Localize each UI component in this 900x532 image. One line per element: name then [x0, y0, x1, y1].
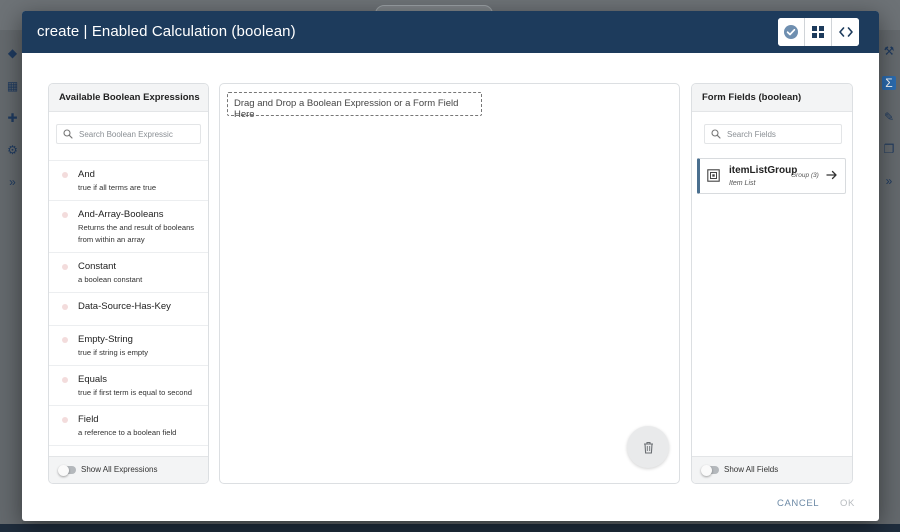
view-mode-toggle-group: [778, 18, 859, 46]
expression-description: true if string is empty: [78, 348, 149, 357]
puzzle-icon: ✚: [7, 111, 18, 125]
field-search-input[interactable]: [727, 128, 837, 141]
expression-name: Empty-String: [78, 334, 133, 345]
expression-canvas[interactable]: Drag and Drop a Boolean Expression or a …: [219, 83, 680, 484]
grid-icon: [812, 26, 824, 38]
trash-icon: [643, 441, 653, 454]
sigma-icon: Σ: [882, 76, 896, 90]
drag-handle-icon: [62, 377, 68, 383]
expression-name: Data-Source-Has-Key: [78, 301, 171, 312]
right-panel-footer: Show All Fields: [692, 456, 852, 483]
drag-handle-icon: [62, 417, 68, 423]
toggle-label: Show All Fields: [724, 465, 779, 474]
expand-icon: »: [9, 175, 16, 189]
field-item-itemlistgroup[interactable]: itemListGroup Item List Group (3): [697, 158, 846, 194]
expression-description: true if all terms are true: [78, 183, 157, 192]
form-fields-panel: Form Fields (boolean) itemListGroup Item…: [691, 83, 853, 484]
available-expressions-panel: Available Boolean Expressions And true i…: [48, 83, 209, 484]
search-icon: [711, 129, 721, 139]
delete-button[interactable]: [627, 426, 669, 468]
background-bottom-bar: [0, 524, 900, 532]
check-circle-icon: [784, 25, 798, 39]
expression-item-data-source-has-key[interactable]: Data-Source-Has-Key: [49, 293, 208, 326]
gear-icon: ⚙: [7, 143, 18, 157]
wrench-icon: ⚒: [883, 44, 895, 58]
field-name: itemListGroup: [729, 165, 798, 176]
arrow-right-icon[interactable]: [826, 170, 838, 180]
search-icon: [63, 129, 73, 139]
expression-name: Field: [78, 414, 99, 425]
dialog-title: create | Enabled Calculation (boolean): [37, 23, 296, 40]
expression-item-empty-string[interactable]: Empty-String true if string is empty: [49, 326, 208, 366]
builder-view-button[interactable]: [805, 18, 832, 46]
expression-description: a boolean constant: [78, 275, 143, 284]
toggle-label: Show All Expressions: [81, 465, 158, 474]
ok-button[interactable]: OK: [840, 498, 855, 509]
expression-description: true if first term is equal to second: [78, 388, 192, 397]
code-icon: [838, 27, 853, 37]
expression-item-field[interactable]: Field a reference to a boolean field: [49, 406, 208, 446]
expression-item-constant[interactable]: Constant a boolean constant: [49, 253, 208, 293]
drag-handle-icon: [62, 337, 68, 343]
panel-title: Form Fields (boolean): [692, 84, 852, 112]
field-type: Item List: [729, 180, 756, 187]
expression-item-equals[interactable]: Equals true if first term is equal to se…: [49, 366, 208, 406]
expression-name: Constant: [78, 261, 117, 272]
field-search: [704, 124, 842, 144]
drag-handle-icon: [62, 264, 68, 270]
check-view-button[interactable]: [778, 18, 805, 46]
dialog-header: create | Enabled Calculation (boolean): [22, 11, 879, 53]
expression-name: Equals: [78, 374, 108, 385]
background-left-rail: ◆ ▦ ✚ ⚙ »: [0, 30, 22, 530]
expression-name: And-Array-Booleans: [78, 209, 164, 220]
field-group-count: Group (3): [791, 172, 819, 179]
expand-right-icon: »: [885, 174, 893, 188]
background-right-rail: ⚒ Σ ✎ ❐ »: [878, 30, 900, 530]
drag-handle-icon: [62, 172, 68, 178]
expression-description: Returns the and result of booleans from …: [78, 223, 195, 244]
copy-icon: ❐: [883, 142, 895, 156]
expression-dialog: create | Enabled Calculation (boolean) A…: [22, 11, 879, 521]
expression-item-and[interactable]: And true if all terms are true: [49, 161, 208, 201]
left-panel-footer: Show All Expressions: [49, 456, 208, 483]
expression-name: And: [78, 169, 95, 180]
drag-handle-icon: [62, 304, 68, 310]
cancel-button[interactable]: CANCEL: [777, 498, 819, 509]
code-view-button[interactable]: [832, 18, 859, 46]
drop-zone[interactable]: Drag and Drop a Boolean Expression or a …: [227, 92, 482, 120]
panel-title: Available Boolean Expressions: [49, 84, 208, 112]
show-all-expressions-toggle[interactable]: [58, 464, 76, 476]
expression-list: And true if all terms are true And-Array…: [49, 160, 208, 454]
dashboard-icon: ▦: [6, 79, 19, 93]
show-all-fields-toggle[interactable]: [701, 464, 719, 476]
expression-search-input[interactable]: [79, 128, 196, 141]
pencil-icon: ✎: [883, 110, 895, 124]
expression-description: a reference to a boolean field: [78, 428, 177, 437]
drag-handle-icon: [62, 212, 68, 218]
expression-item-and-array-booleans[interactable]: And-Array-Booleans Returns the and resul…: [49, 201, 208, 253]
list-group-icon: [707, 169, 720, 182]
expression-search: [56, 124, 201, 144]
layers-icon: ◆: [7, 46, 18, 60]
